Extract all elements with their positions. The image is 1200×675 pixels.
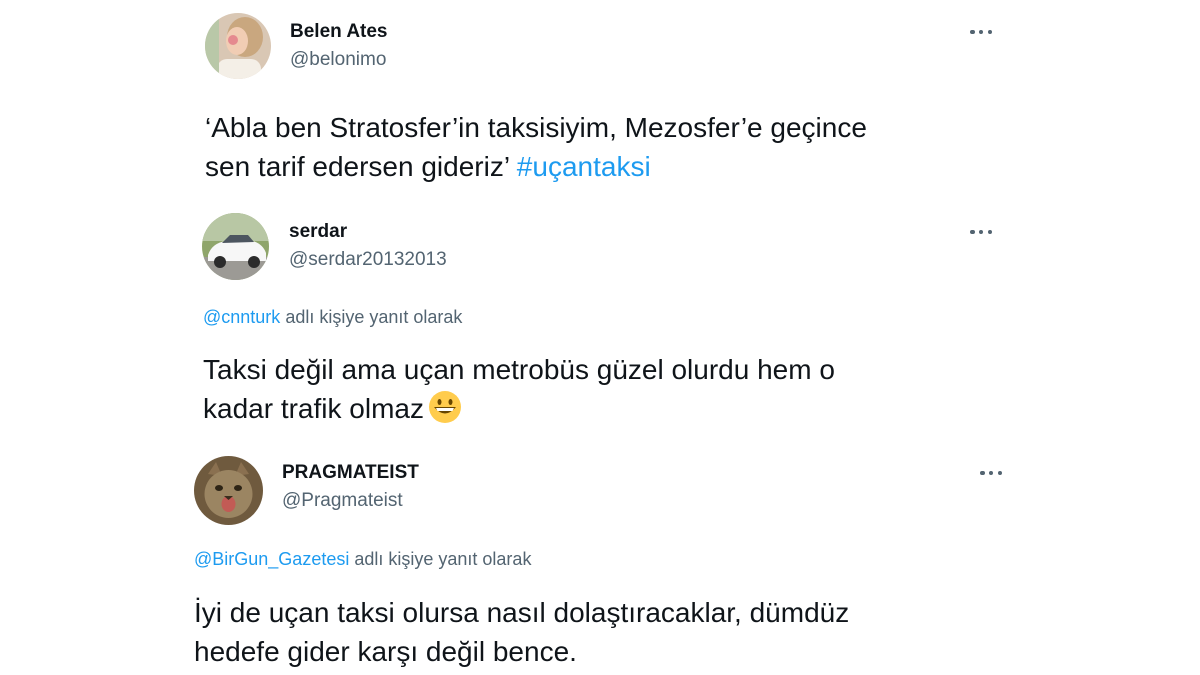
- ellipsis-icon: [980, 470, 985, 476]
- display-name[interactable]: serdar: [289, 221, 347, 243]
- avatar[interactable]: [205, 13, 271, 79]
- tweet-text-line-1: Taksi değil ama uçan metrobüs güzel olur…: [203, 354, 835, 385]
- tweet-belen-ates[interactable]: Belen Ates @belonimo ‘Abla ben Stratosfe…: [0, 0, 1200, 200]
- user-handle[interactable]: @Pragmateist: [282, 490, 403, 512]
- user-handle[interactable]: @serdar20132013: [289, 249, 447, 271]
- user-handle[interactable]: @belonimo: [290, 49, 386, 71]
- tweet-text-line-1: ‘Abla ben Stratosfer’in taksisiyim, Mezo…: [205, 112, 867, 143]
- reply-context: @cnnturk adlı kişiye yanıt olarak: [203, 307, 462, 328]
- tweet-text: İyi de uçan taksi olursa nasıl dolaştıra…: [194, 593, 849, 671]
- tweet-text: ‘Abla ben Stratosfer’in taksisiyim, Mezo…: [205, 108, 867, 186]
- reply-context-label: adlı kişiye yanıt olarak: [285, 307, 463, 327]
- display-name[interactable]: Belen Ates: [290, 21, 388, 43]
- tweet-text-segment: sen tarif edersen gideriz’: [205, 151, 510, 182]
- tweet-text-line-2: sen tarif edersen gideriz’ #uçantaksi: [205, 147, 867, 186]
- avatar[interactable]: [202, 213, 269, 280]
- reply-to-mention-link[interactable]: @BirGun_Gazetesi: [194, 549, 349, 569]
- reply-context: @BirGun_Gazetesi adlı kişiye yanıt olara…: [194, 549, 531, 570]
- car-avatar-icon: [202, 213, 269, 280]
- reply-to-mention-link[interactable]: @cnnturk: [203, 307, 280, 327]
- tweet-pragmateist[interactable]: PRAGMATEIST @Pragmateist @BirGun_Gazetes…: [0, 440, 1200, 675]
- avatar-photo-icon: [205, 13, 271, 79]
- more-options-button[interactable]: [970, 28, 992, 36]
- hashtag-link[interactable]: #uçantaksi: [517, 151, 651, 182]
- more-options-button[interactable]: [980, 469, 1002, 477]
- more-options-button[interactable]: [970, 228, 992, 236]
- tweet-text-line-2: hedefe gider karşı değil bence.: [194, 636, 577, 667]
- tweet-serdar[interactable]: serdar @serdar20132013 @cnnturk adlı kiş…: [0, 200, 1200, 440]
- tweet-text: Taksi değil ama uçan metrobüs güzel olur…: [203, 350, 835, 434]
- tweet-text-line-1: İyi de uçan taksi olursa nasıl dolaştıra…: [194, 597, 850, 628]
- display-name[interactable]: PRAGMATEIST: [282, 462, 419, 484]
- grinning-face-emoji-icon: [428, 390, 462, 434]
- cat-avatar-icon: [194, 456, 263, 525]
- reply-context-label: adlı kişiye yanıt olarak: [354, 549, 532, 569]
- tweet-text-line-2: kadar trafik olmaz: [203, 389, 835, 434]
- ellipsis-icon: [970, 29, 975, 35]
- tweet-text-segment: kadar trafik olmaz: [203, 393, 424, 424]
- avatar[interactable]: [194, 456, 263, 525]
- ellipsis-icon: [970, 229, 975, 235]
